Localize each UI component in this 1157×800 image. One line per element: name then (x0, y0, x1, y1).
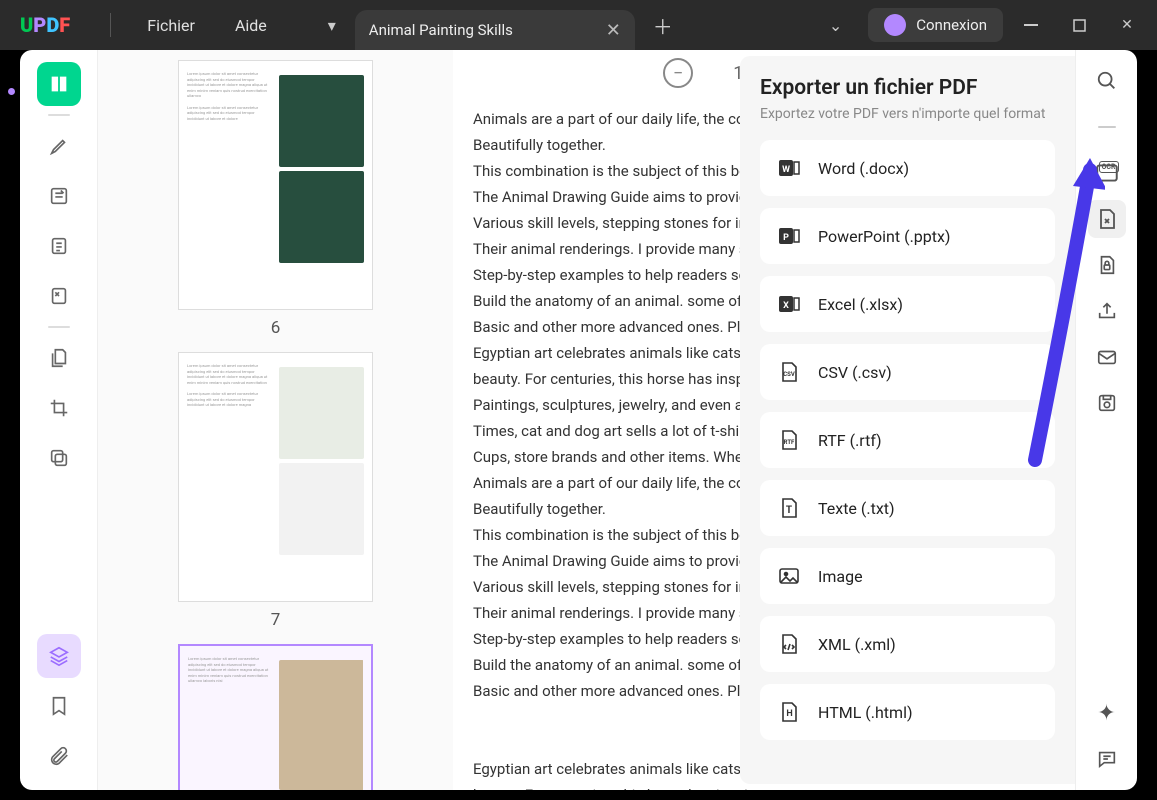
login-button[interactable]: Connexion (868, 8, 1003, 42)
highlight-tool[interactable] (37, 124, 81, 168)
export-word[interactable]: WWord (.docx) (760, 140, 1055, 196)
new-tab-button[interactable]: ＋ (643, 11, 683, 40)
zoom-out-button[interactable]: − (663, 58, 693, 88)
image-icon (776, 563, 802, 589)
export-csv[interactable]: CSVCSV (.csv) (760, 344, 1055, 400)
titlebar: UPDF Fichier Aide ▾ Animal Painting Skil… (0, 0, 1157, 50)
export-subtitle: Exportez votre PDF vers n'importe quel f… (760, 106, 1055, 122)
comment-icon[interactable] (1088, 740, 1126, 778)
export-xml[interactable]: XML (.xml) (760, 616, 1055, 672)
thumbnail-6[interactable]: Lorem ipsum dolor sit amet consectetur a… (178, 60, 373, 310)
updf-logo: UPDF (20, 13, 70, 37)
login-label: Connexion (916, 16, 987, 34)
share-icon[interactable] (1088, 292, 1126, 330)
export-rtf[interactable]: RTFRTF (.rtf) (760, 412, 1055, 468)
thumb-label-7: 7 (148, 610, 403, 630)
export-text[interactable]: TTexte (.txt) (760, 480, 1055, 536)
close-window-button[interactable]: ✕ (1107, 7, 1147, 43)
save-icon[interactable] (1088, 384, 1126, 422)
xml-icon (776, 631, 802, 657)
export-panel: Exporter un fichier PDF Exportez votre P… (740, 56, 1075, 784)
menu-help[interactable]: Aide (219, 8, 283, 43)
protect-icon[interactable] (1088, 246, 1126, 284)
right-toolbar: OCR ✦ (1075, 50, 1137, 790)
left-toolbar (20, 50, 98, 790)
export-icon[interactable] (1088, 200, 1126, 238)
export-html[interactable]: HHTML (.html) (760, 684, 1055, 740)
document-view: − 125% ▾ + Animals are a part of our dai… (453, 50, 1075, 790)
bookmark-tool[interactable] (37, 684, 81, 728)
search-icon[interactable] (1088, 62, 1126, 100)
svg-text:P: P (783, 233, 789, 243)
redact-tool[interactable] (37, 274, 81, 318)
thumbnail-7[interactable]: Lorem ipsum dolor sit amet consectetur a… (178, 352, 373, 602)
reader-tool[interactable] (37, 62, 81, 106)
csv-icon: CSV (776, 359, 802, 385)
close-tab-icon[interactable]: ✕ (606, 20, 621, 41)
account-dropdown-icon[interactable]: ⌄ (811, 16, 860, 35)
tab-list-dropdown[interactable]: ▾ (317, 10, 347, 40)
svg-text:W: W (782, 165, 790, 175)
crop-tool[interactable] (37, 386, 81, 430)
page-text-tool[interactable] (37, 224, 81, 268)
export-title: Exporter un fichier PDF (760, 76, 1055, 100)
page-indicator-dot (8, 88, 15, 95)
ocr-icon[interactable]: OCR (1088, 154, 1126, 192)
compress-tool[interactable] (37, 436, 81, 480)
thumbnails-panel[interactable]: Lorem ipsum dolor sit amet consectetur a… (98, 50, 453, 790)
text-icon: T (776, 495, 802, 521)
avatar-icon (884, 14, 906, 36)
svg-text:X: X (783, 301, 789, 311)
email-icon[interactable] (1088, 338, 1126, 376)
divider (1088, 108, 1126, 146)
thumbnail-8-selected[interactable]: Lorem ipsum dolor sit amet consectetur a… (178, 644, 373, 790)
svg-text:T: T (786, 505, 792, 516)
word-icon: W (776, 155, 802, 181)
powerpoint-icon: P (776, 223, 802, 249)
menu-file[interactable]: Fichier (131, 8, 211, 43)
export-powerpoint[interactable]: PPowerPoint (.pptx) (760, 208, 1055, 264)
layers-tool[interactable] (37, 634, 81, 678)
maximize-button[interactable] (1059, 7, 1099, 43)
document-tab[interactable]: Animal Painting Skills ✕ (355, 10, 635, 50)
attachment-tool[interactable] (37, 734, 81, 778)
tab-title: Animal Painting Skills (369, 21, 513, 39)
export-excel[interactable]: XExcel (.xlsx) (760, 276, 1055, 332)
svg-text:CSV: CSV (783, 371, 795, 378)
excel-icon: X (776, 291, 802, 317)
minimize-button[interactable] (1011, 7, 1051, 43)
svg-text:RTF: RTF (784, 439, 795, 446)
html-icon: H (776, 699, 802, 725)
edit-text-tool[interactable] (37, 174, 81, 218)
pages-tool[interactable] (37, 336, 81, 380)
export-image[interactable]: Image (760, 548, 1055, 604)
svg-text:H: H (786, 709, 792, 719)
rtf-icon: RTF (776, 427, 802, 453)
thumb-label-6: 6 (148, 318, 403, 338)
ai-assistant-icon[interactable]: ✦ (1088, 694, 1126, 732)
